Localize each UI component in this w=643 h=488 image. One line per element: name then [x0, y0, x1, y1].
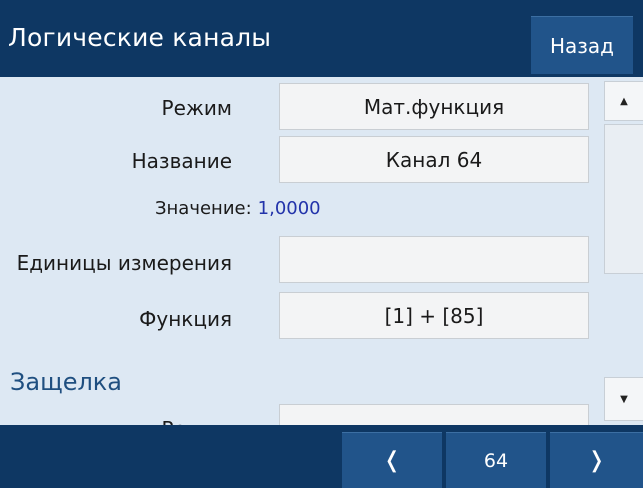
- value-label: Значение:: [155, 198, 252, 219]
- next-page-button[interactable]: ❭: [550, 432, 643, 488]
- chevron-right-icon: ❭: [587, 448, 606, 473]
- value-number: 1,0000: [257, 198, 321, 219]
- latch-section-title: Защелка: [10, 368, 123, 396]
- units-field[interactable]: [279, 236, 589, 283]
- page-number[interactable]: 64: [446, 432, 546, 488]
- latch-mode-label: Режим: [162, 417, 232, 425]
- scroll-thumb[interactable]: [604, 124, 643, 274]
- mode-label: Режим: [161, 96, 232, 120]
- prev-page-button[interactable]: ❬: [342, 432, 442, 488]
- name-field[interactable]: Канал 64: [279, 136, 589, 183]
- settings-panel: Режим Мат.функция Название Канал 64 Знач…: [0, 77, 600, 425]
- function-label: Функция: [139, 307, 232, 331]
- latch-mode-field[interactable]: [279, 404, 589, 425]
- name-label: Название: [131, 149, 232, 173]
- scroll-down-icon[interactable]: ▼: [604, 377, 643, 421]
- value-readout: Значение: 1,0000: [155, 198, 321, 219]
- footer-bar: [0, 425, 643, 488]
- scroll-up-icon[interactable]: ▲: [604, 81, 643, 121]
- mode-field[interactable]: Мат.функция: [279, 83, 589, 130]
- chevron-left-icon: ❬: [382, 448, 402, 473]
- units-label: Единицы измерения: [16, 251, 232, 275]
- header-bar: Логические каналы Назад: [0, 0, 643, 77]
- page-title: Логические каналы: [8, 23, 272, 52]
- function-field[interactable]: [1] + [85]: [279, 292, 589, 339]
- back-button[interactable]: Назад: [531, 16, 633, 74]
